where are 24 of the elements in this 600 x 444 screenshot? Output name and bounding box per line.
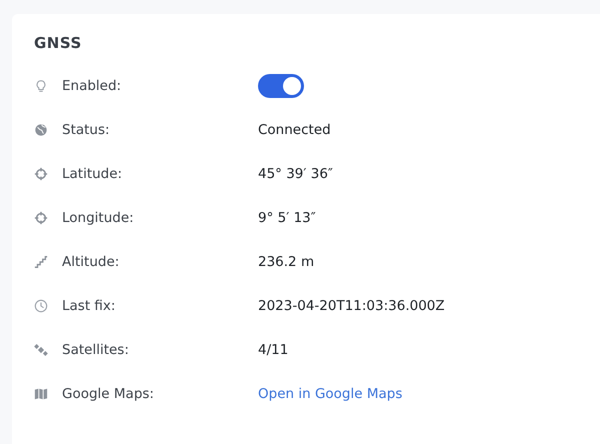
map-icon (34, 387, 48, 401)
card-title: GNSS (34, 34, 83, 54)
field-value: Connected (258, 122, 331, 138)
globe-icon (34, 123, 48, 137)
crosshair-icon (34, 167, 48, 181)
field-label: Longitude: (62, 210, 135, 226)
stairs-icon (34, 255, 48, 269)
field-label: Satellites: (62, 342, 130, 358)
field-value: 2023-04-20T11:03:36.000Z (258, 298, 445, 314)
field-label: Google Maps: (62, 386, 155, 402)
field-value: 236.2 m (258, 254, 314, 270)
field-label: Enabled: (62, 78, 122, 94)
field-label: Altitude: (62, 254, 120, 270)
field-value: 4/11 (258, 342, 288, 358)
field-value: 9° 5′ 13″ (258, 210, 316, 226)
maps-link[interactable]: Open in Google Maps (258, 386, 402, 402)
field-label: Latitude: (62, 166, 124, 182)
field-label: Last fix: (62, 298, 116, 314)
toggle-switch[interactable] (258, 74, 304, 98)
bulb-icon (34, 79, 48, 93)
field-label: Status: (62, 122, 111, 138)
field-value: 45° 39′ 36″ (258, 166, 333, 182)
clock-icon (34, 299, 48, 313)
crosshair-icon (34, 211, 48, 225)
